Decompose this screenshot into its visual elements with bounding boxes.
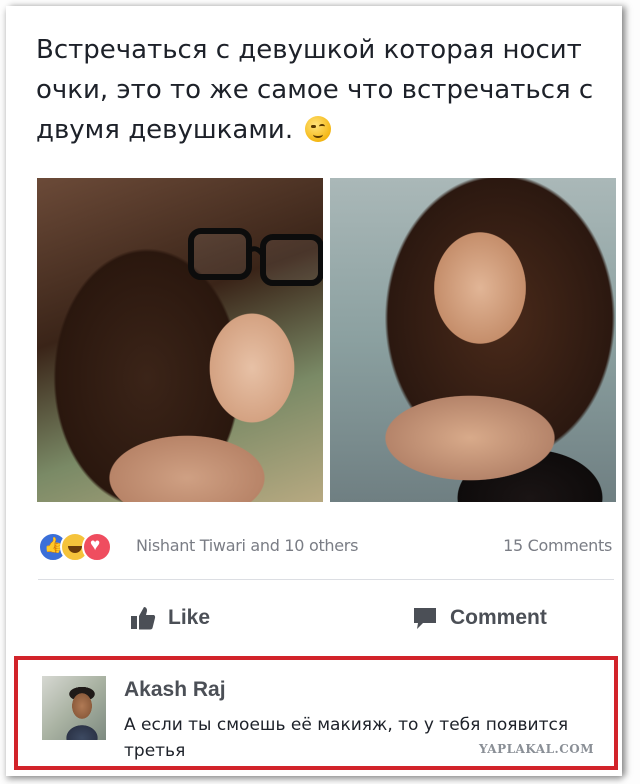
post-text-line-1: Встречаться с девушкой которая носит <box>36 35 582 65</box>
love-reaction-icon <box>82 532 112 562</box>
reactions-summary[interactable]: Nishant Tiwari and 10 others <box>136 536 358 555</box>
comment-author-name[interactable]: Akash Raj <box>124 678 226 702</box>
comment-button[interactable]: Comment <box>412 598 547 638</box>
watermark: YAPLAKAL.COM <box>472 740 600 758</box>
wink-emoji-icon <box>305 116 332 142</box>
like-button[interactable]: Like <box>130 598 210 638</box>
reaction-icons[interactable] <box>38 532 138 562</box>
divider <box>38 579 614 580</box>
girl-without-glasses-photo[interactable] <box>330 178 616 502</box>
reactions-row: Nishant Tiwari and 10 others 15 Comments <box>38 530 616 562</box>
highlighted-comment: Akash Raj А если ты смоешь её макияж, то… <box>14 656 618 770</box>
post-text-line-3-text: двумя девушками. <box>36 115 294 145</box>
screenshot-frame: Встречаться с девушкой которая носит очк… <box>0 0 640 784</box>
avatar[interactable] <box>42 676 106 740</box>
comment-bubble-icon <box>414 608 436 629</box>
girl-with-glasses-photo[interactable] <box>37 178 323 502</box>
comments-count[interactable]: 15 Comments <box>503 536 612 555</box>
like-button-label: Like <box>168 606 211 629</box>
thumbs-up-icon <box>131 607 156 630</box>
post-text-line-3: двумя девушками. <box>36 110 626 150</box>
post-text: Встречаться с девушкой которая носит очк… <box>36 30 626 150</box>
glasses-icon <box>188 228 323 286</box>
post-text-line-2: очки, это то же самое что встречаться с <box>36 75 594 105</box>
comment-button-label: Comment <box>450 606 547 629</box>
